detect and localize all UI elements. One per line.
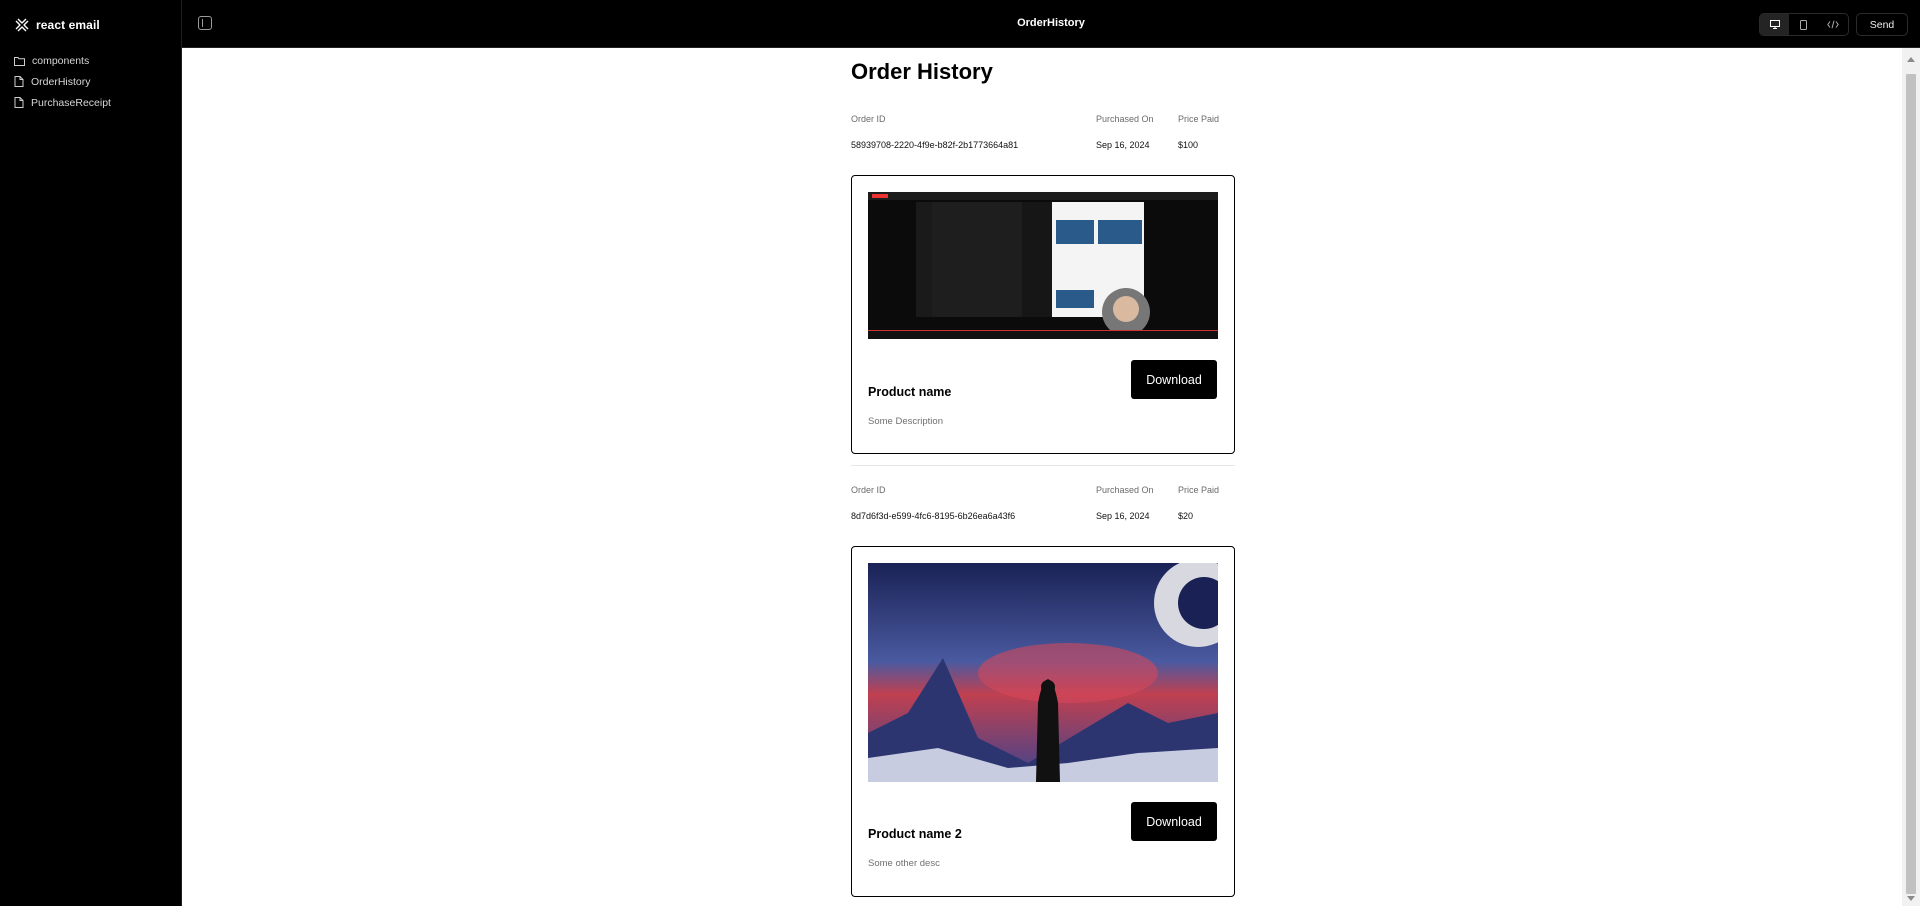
sidebar-item-label: OrderHistory <box>31 75 91 88</box>
price-paid-value: $20 <box>1178 511 1194 521</box>
folder-icon <box>14 56 25 66</box>
purchased-on-label: Purchased On <box>1096 485 1154 495</box>
file-icon <box>14 76 24 87</box>
price-paid-label: Price Paid <box>1178 485 1220 495</box>
price-paid-value: $100 <box>1178 140 1199 150</box>
download-button[interactable]: Download <box>1131 360 1217 399</box>
purchased-on-value: Sep 16, 2024 <box>1096 511 1150 521</box>
file-icon <box>14 97 24 108</box>
topbar: OrderHistory Send <box>182 0 1920 48</box>
product-description: Some other desc <box>868 858 940 869</box>
page-title: OrderHistory <box>1017 17 1085 29</box>
brand-name: react email <box>36 18 100 32</box>
product-name: Product name <box>868 385 952 399</box>
scroll-thumb[interactable] <box>1906 74 1916 894</box>
sidebar-item-purchasereceipt[interactable]: PurchaseReceipt <box>14 92 174 113</box>
purchased-on-label: Purchased On <box>1096 114 1154 124</box>
product-image-video-screenshot <box>868 192 1218 339</box>
mobile-view-button[interactable] <box>1789 14 1818 35</box>
purchased-on-value: Sep 16, 2024 <box>1096 140 1150 150</box>
send-button[interactable]: Send <box>1856 13 1908 36</box>
view-switcher <box>1759 13 1849 36</box>
desktop-view-button[interactable] <box>1760 14 1790 35</box>
order-id-value: 8d7d6f3d-e599-4fc6-8195-6b26ea6a43f6 <box>851 511 1016 521</box>
brand[interactable]: react email <box>15 17 100 33</box>
sidebar-item-label: components <box>32 54 90 67</box>
order-id-label: Order ID <box>851 114 886 124</box>
desktop-icon <box>1769 20 1780 29</box>
download-button[interactable]: Download <box>1131 802 1217 841</box>
product-card: Download Product name 2 Some other desc <box>851 546 1235 897</box>
preview-scrollbar[interactable] <box>1902 48 1920 906</box>
code-icon <box>1827 20 1840 29</box>
order-id-label: Order ID <box>851 485 886 495</box>
email-title: Order History <box>851 59 993 84</box>
product-card: Download Product name Some Description <box>851 175 1235 454</box>
app-window: react email components OrderHistory Purc… <box>0 0 1920 906</box>
mobile-icon <box>1800 19 1808 30</box>
sidebar-item-orderhistory[interactable]: OrderHistory <box>14 71 174 92</box>
sidebar-item-components[interactable]: components <box>14 50 174 71</box>
price-paid-label: Price Paid <box>1178 114 1220 124</box>
product-description: Some Description <box>868 416 943 427</box>
product-name: Product name 2 <box>868 827 962 841</box>
order-divider <box>851 465 1235 466</box>
email-preview: Order History Order ID Purchased On Pric… <box>182 48 1902 906</box>
react-email-logo-icon <box>15 18 29 32</box>
scroll-up-icon[interactable] <box>1907 57 1915 62</box>
sidebar-item-label: PurchaseReceipt <box>31 96 111 109</box>
scroll-down-icon[interactable] <box>1907 896 1915 901</box>
sidebar: react email components OrderHistory Purc… <box>0 0 182 906</box>
code-view-button[interactable] <box>1819 14 1848 35</box>
product-image-mountain-landscape <box>868 563 1218 782</box>
sidebar-nav: components OrderHistory PurchaseReceipt <box>14 50 174 113</box>
order-id-value: 58939708-2220-4f9e-b82f-2b1773664a81 <box>851 140 1019 150</box>
